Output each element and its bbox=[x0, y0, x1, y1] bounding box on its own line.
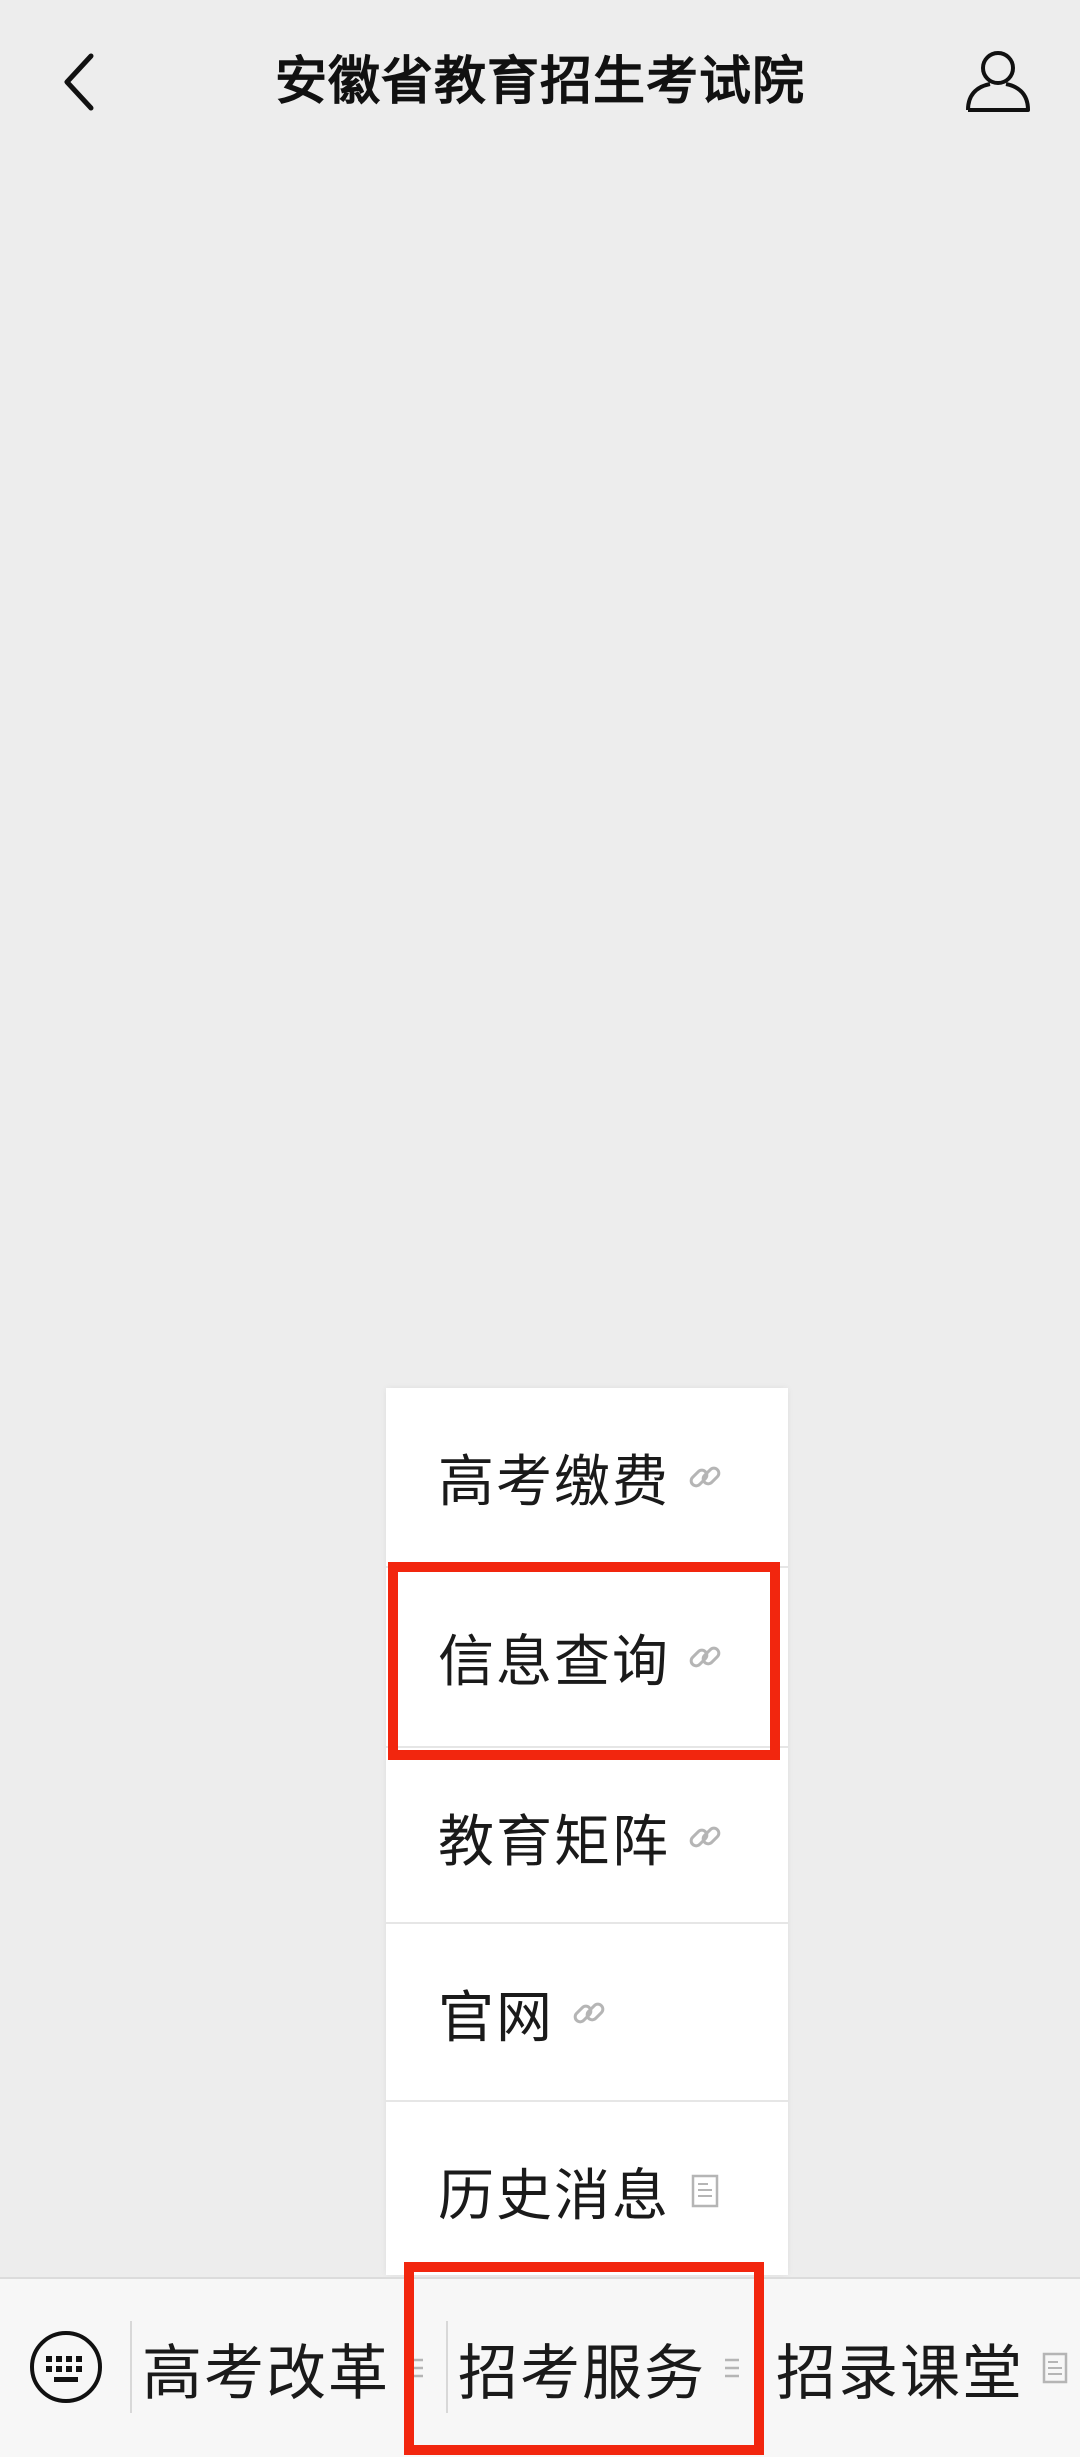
menu-item-history-messages[interactable]: 历史消息 bbox=[386, 2102, 788, 2280]
tab-label: 招录课堂 bbox=[776, 2338, 1024, 2409]
menu-item-label: 官网 bbox=[438, 1985, 554, 2051]
back-button[interactable] bbox=[44, 42, 114, 122]
menu-item-label: 高考缴费 bbox=[438, 1449, 670, 1515]
top-nav-bar: 安徽省教育招生考试院 bbox=[0, 0, 1080, 158]
menu-item-label: 历史消息 bbox=[438, 2163, 670, 2229]
profile-button[interactable] bbox=[956, 38, 1040, 122]
menu-item-education-matrix[interactable]: 教育矩阵 bbox=[386, 1748, 788, 1926]
link-icon bbox=[688, 1460, 722, 1494]
keyboard-icon bbox=[30, 2331, 102, 2403]
link-icon bbox=[688, 1820, 722, 1854]
user-icon bbox=[966, 51, 1030, 112]
keyboard-toggle-button[interactable] bbox=[28, 2329, 104, 2405]
menu-item-official-site[interactable]: 官网 bbox=[386, 1924, 788, 2102]
highlight-box-admission-services bbox=[404, 2262, 764, 2455]
menu-item-gaokao-payment[interactable]: 高考缴费 bbox=[386, 1388, 788, 1566]
tab-admission-classroom[interactable]: 招录课堂 bbox=[776, 2279, 1076, 2457]
tab-label: 高考改革 bbox=[142, 2338, 390, 2409]
chevron-left-icon bbox=[64, 53, 94, 111]
menu-item-label: 教育矩阵 bbox=[438, 1809, 670, 1875]
document-icon bbox=[1042, 2352, 1068, 2384]
document-icon bbox=[688, 2174, 722, 2208]
tab-gaokao-reform[interactable]: 高考改革 bbox=[142, 2279, 442, 2457]
link-icon bbox=[572, 1996, 606, 2030]
highlight-box-info-query bbox=[388, 1562, 780, 1760]
popup-menu: 高考缴费 信息查询 教育矩阵 官网 历史消息 bbox=[386, 1388, 788, 2275]
page-title: 安徽省教育招生考试院 bbox=[274, 52, 805, 112]
divider bbox=[130, 2321, 132, 2413]
